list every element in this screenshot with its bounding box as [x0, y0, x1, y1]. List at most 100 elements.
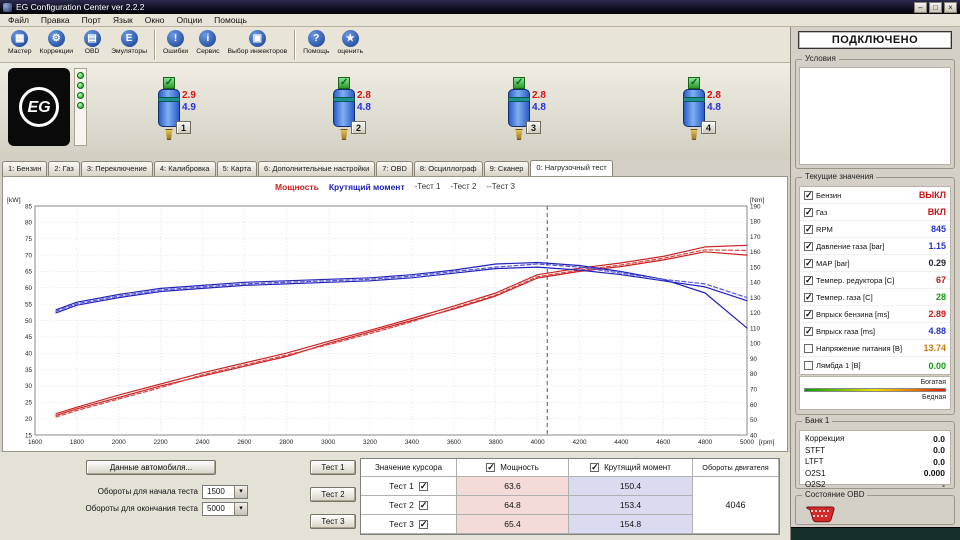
power-column-checkbox[interactable]	[486, 462, 496, 473]
cv-gas-inject-checkbox[interactable]	[804, 326, 813, 337]
tab-gas[interactable]: 2: Газ	[48, 161, 80, 176]
injector-3-checkbox[interactable]	[513, 77, 525, 89]
svg-text:30: 30	[25, 383, 33, 390]
cv-petrol-checkbox[interactable]	[804, 190, 813, 201]
test3-button[interactable]: Тест 3	[310, 514, 356, 529]
menu-edit[interactable]: Правка	[35, 14, 76, 27]
tab-strip: 1: Бензин 2: Газ 3: Переключение 4: Кали…	[2, 160, 790, 176]
svg-text:4200: 4200	[572, 439, 587, 446]
cv-reducer-temp-checkbox[interactable]	[804, 275, 813, 286]
service-button[interactable]: i Сервис	[192, 29, 223, 56]
test2-row-checkbox[interactable]	[418, 500, 428, 511]
test1-row-checkbox[interactable]	[418, 481, 428, 492]
menu-port[interactable]: Порт	[76, 14, 107, 27]
menu-options[interactable]: Опции	[171, 14, 209, 27]
menu-file[interactable]: Файл	[2, 14, 35, 27]
cv-row-gas-inject: Впрыск газа [ms] 4.88	[800, 323, 950, 340]
svg-text:140: 140	[750, 280, 761, 287]
conditions-group: Условия	[795, 54, 955, 169]
cv-gas-checkbox[interactable]	[804, 207, 813, 218]
injector-2-number[interactable]: 2	[351, 121, 366, 134]
errors-button[interactable]: ! Ошибки	[159, 29, 192, 56]
injector-2-checkbox[interactable]	[338, 77, 350, 89]
tab-load-test[interactable]: 0: Нагрузочный тест	[530, 160, 613, 176]
cv-map-checkbox[interactable]	[804, 258, 813, 269]
cv-petrol-inject-checkbox[interactable]	[804, 309, 813, 320]
cv-gas-pressure-checkbox[interactable]	[804, 241, 813, 252]
emulators-button[interactable]: E Эмуляторы	[107, 29, 151, 56]
help-icon: ?	[307, 30, 325, 47]
chart-panel: Мощность Крутящий момент -Тест 1 -Тест 2…	[2, 176, 788, 452]
test3-row-checkbox[interactable]	[418, 519, 428, 530]
tab-petrol[interactable]: 1: Бензин	[2, 161, 48, 176]
injector-band-icon	[333, 97, 355, 102]
cv-supply-voltage-checkbox[interactable]	[804, 343, 813, 353]
cv-row-lambda: Лямбда 1 [B] 0.00	[800, 357, 950, 374]
menu-window[interactable]: Окно	[139, 14, 171, 27]
bank-row-o2s1: O2S1 0.000	[805, 468, 945, 479]
start-rpm-select[interactable]: 1500	[202, 485, 248, 499]
power-header: Мощность	[457, 459, 569, 477]
svg-text:2800: 2800	[279, 439, 294, 446]
tab-calibration[interactable]: 4: Калибровка	[153, 161, 216, 176]
help-button[interactable]: ? Помощь	[299, 29, 333, 56]
cv-row-map: MAP [bar] 0.29	[800, 255, 950, 272]
svg-text:40: 40	[25, 351, 33, 358]
svg-text:55: 55	[25, 301, 33, 308]
svg-text:15: 15	[25, 432, 33, 439]
test2-power-value: 64.8	[457, 496, 569, 515]
svg-text:1600: 1600	[28, 439, 43, 446]
menu-help[interactable]: Помощь	[208, 14, 253, 27]
cv-row-rpm: RPM 845	[800, 221, 950, 238]
tab-advanced[interactable]: 6: Дополнительные настройки	[258, 161, 376, 176]
injector-2: 2.8 4.8 2	[315, 77, 379, 153]
cv-gas-temp-checkbox[interactable]	[804, 292, 813, 303]
injector-4-checkbox[interactable]	[688, 77, 700, 89]
cv-rpm-checkbox[interactable]	[804, 224, 813, 235]
corrections-button[interactable]: ⚙ Коррекции	[36, 29, 78, 56]
test1-row-label: Тест 1	[361, 477, 457, 496]
svg-text:45: 45	[25, 334, 33, 341]
obd-button[interactable]: ▤ OBD	[77, 29, 107, 56]
tab-switching[interactable]: 3: Переключение	[80, 161, 153, 176]
test1-button[interactable]: Тест 1	[310, 460, 356, 475]
current-values-group: Текущие значения Бензин ВЫКЛ Газ ВКЛ RPM…	[795, 172, 955, 415]
tab-oscilloscope[interactable]: 8: Осциллограф	[413, 161, 483, 176]
test2-button[interactable]: Тест 2	[310, 487, 356, 502]
torque-column-checkbox[interactable]	[590, 462, 600, 473]
menu-language[interactable]: Язык	[107, 14, 139, 27]
tab-obd[interactable]: 7: OBD	[376, 161, 413, 176]
rate-button[interactable]: ★ оценить	[333, 29, 367, 56]
tab-map[interactable]: 5: Карта	[216, 161, 257, 176]
emulators-icon: E	[120, 30, 138, 47]
tab-scanner[interactable]: 9: Сканер	[483, 161, 530, 176]
cv-lambda-checkbox[interactable]	[804, 361, 813, 370]
svg-text:190: 190	[750, 203, 761, 210]
injector-select-button[interactable]: ▣ Выбор инжекторов	[223, 29, 291, 56]
minimize-button[interactable]	[914, 1, 927, 13]
svg-text:65: 65	[25, 269, 33, 276]
legend-test1: -Тест 1	[414, 182, 441, 191]
injector-nozzle-icon	[515, 129, 523, 140]
injector-1-petrol-ms: 2.9	[182, 90, 196, 101]
svg-text:180: 180	[750, 219, 761, 226]
svg-text:110: 110	[750, 325, 761, 332]
window-title: EG Configuration Center ver 2.2.2	[16, 2, 145, 12]
close-button[interactable]	[944, 1, 957, 13]
injector-1-checkbox[interactable]	[163, 77, 175, 89]
injector-4-number[interactable]: 4	[701, 121, 716, 134]
injector-nozzle-icon	[165, 129, 173, 140]
load-test-chart[interactable]: 1600 1800 2000 2200 2400 2600 2800 3000 3200 3400…	[3, 193, 787, 449]
end-rpm-select[interactable]: 5000	[202, 502, 248, 516]
conditions-list[interactable]	[799, 67, 951, 165]
wizard-button[interactable]: ▦ Мастер	[4, 29, 36, 56]
maximize-button[interactable]	[929, 1, 942, 13]
test3-row-label: Тест 3	[361, 515, 457, 534]
bank1-list: Коррекция 0.0 STFT 0.0 LTFT 0.0 O2S1 0.0…	[799, 430, 951, 490]
lambda-lean-label: Бедная	[922, 394, 946, 401]
car-data-button[interactable]: Данные автомобиля...	[86, 460, 216, 475]
injector-3-number[interactable]: 3	[526, 121, 541, 134]
svg-text:2000: 2000	[112, 439, 127, 446]
injector-1-number[interactable]: 1	[176, 121, 191, 134]
menu-bar: Файл Правка Порт Язык Окно Опции Помощь	[0, 14, 960, 27]
